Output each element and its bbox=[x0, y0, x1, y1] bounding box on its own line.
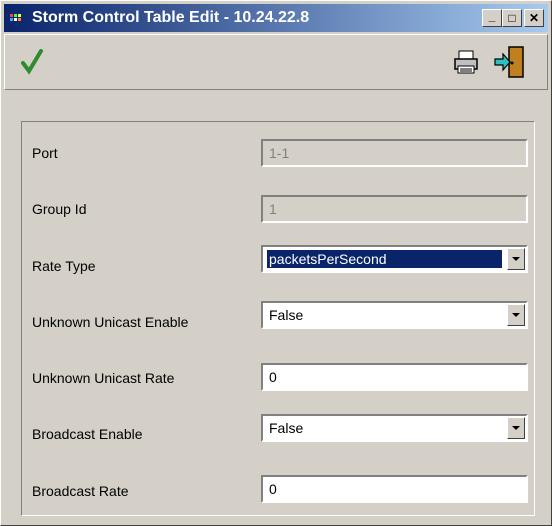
port-label: Port bbox=[32, 145, 58, 161]
check-icon bbox=[21, 49, 43, 75]
exit-door-icon bbox=[494, 46, 524, 78]
close-icon: ✕ bbox=[528, 11, 540, 25]
close-button[interactable]: ✕ bbox=[524, 9, 544, 27]
chevron-down-icon[interactable] bbox=[507, 417, 525, 439]
unknown-unicast-enable-select[interactable]: False bbox=[261, 301, 528, 329]
window-title: Storm Control Table Edit - 10.24.22.8 bbox=[32, 9, 310, 26]
unknown-unicast-enable-label: Unknown Unicast Enable bbox=[32, 314, 189, 330]
unknown-unicast-rate-input[interactable]: 0 bbox=[261, 363, 528, 391]
port-field: 1-1 bbox=[261, 139, 528, 167]
chevron-down-icon[interactable] bbox=[507, 248, 525, 270]
unknown-unicast-enable-value: False bbox=[269, 307, 304, 323]
title-bar[interactable]: Storm Control Table Edit - 10.24.22.8 _ … bbox=[4, 4, 548, 32]
exit-button[interactable] bbox=[491, 43, 529, 81]
broadcast-rate-input[interactable]: 0 bbox=[261, 475, 528, 503]
rate-type-value: packetsPerSecond bbox=[266, 249, 503, 269]
chevron-down-icon[interactable] bbox=[507, 304, 525, 326]
maximize-button[interactable]: □ bbox=[502, 9, 522, 27]
unknown-unicast-rate-label: Unknown Unicast Rate bbox=[32, 370, 175, 386]
toolbar bbox=[4, 34, 548, 90]
storm-control-window: Storm Control Table Edit - 10.24.22.8 _ … bbox=[0, 0, 552, 526]
broadcast-enable-select[interactable]: False bbox=[261, 414, 528, 442]
maximize-icon: □ bbox=[508, 11, 516, 25]
group-id-label: Group Id bbox=[32, 201, 87, 217]
app-icon bbox=[10, 14, 21, 21]
broadcast-rate-label: Broadcast Rate bbox=[32, 483, 129, 499]
broadcast-enable-value: False bbox=[269, 420, 304, 436]
broadcast-enable-label: Broadcast Enable bbox=[32, 426, 143, 442]
minimize-button[interactable]: _ bbox=[482, 9, 502, 27]
apply-button[interactable] bbox=[13, 43, 51, 81]
print-button[interactable] bbox=[447, 43, 485, 81]
group-id-field: 1 bbox=[261, 195, 528, 223]
printer-icon bbox=[454, 50, 478, 74]
rate-type-select[interactable]: packetsPerSecond bbox=[261, 245, 528, 273]
minimize-icon: _ bbox=[488, 9, 496, 23]
rate-type-label: Rate Type bbox=[32, 258, 96, 274]
